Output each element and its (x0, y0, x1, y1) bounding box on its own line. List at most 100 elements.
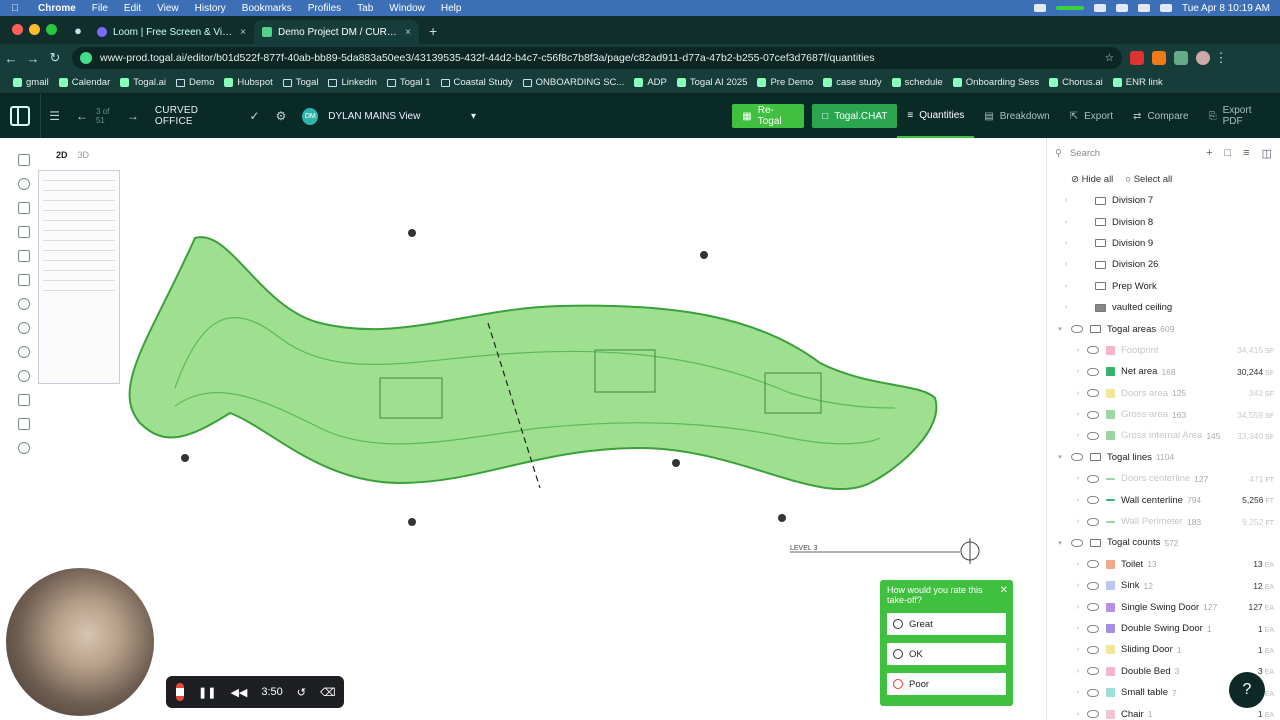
bookmark-item[interactable]: ADP (629, 77, 672, 88)
collapse-panel-icon[interactable]: ◫ (1262, 147, 1272, 160)
minimize-window-icon[interactable] (29, 24, 40, 35)
tree-row[interactable]: ▾ Togal counts 572 (1047, 532, 1280, 553)
stack-tool-icon[interactable] (18, 250, 30, 262)
tree-row[interactable]: › Wall Perimeter 183 9,252 FT (1047, 511, 1280, 532)
chevron-down-icon[interactable]: ▾ (1055, 539, 1065, 547)
eye-icon[interactable] (1087, 431, 1099, 440)
chevron-right-icon[interactable]: › (1073, 604, 1083, 611)
view-toggle[interactable]: 2D 3D (56, 150, 89, 160)
bookmark-item[interactable]: case study (818, 77, 886, 88)
bookmark-item[interactable]: Togal.ai (115, 77, 171, 88)
tree-row[interactable]: › Net area 168 30,244 SF (1047, 361, 1280, 382)
bookmark-item[interactable]: Hubspot (219, 77, 277, 88)
menu-bookmarks[interactable]: Bookmarks (234, 3, 300, 14)
tree-row[interactable]: › Gross internal Area 145 33,340 SF (1047, 425, 1280, 446)
tree-row[interactable]: › Sliding Door 1 1 EA (1047, 639, 1280, 660)
extension-icon[interactable] (1130, 51, 1144, 65)
tab-quantities[interactable]: ≡ Quantities (897, 94, 975, 138)
eye-icon[interactable] (1071, 325, 1083, 334)
chevron-right-icon[interactable]: › (1073, 625, 1083, 632)
chevron-down-icon[interactable]: ▾ (1055, 453, 1065, 461)
tree-row[interactable]: › Double Swing Door 1 1 EA (1047, 618, 1280, 639)
view-2d[interactable]: 2D (56, 150, 68, 160)
tab-close-icon[interactable]: × (405, 27, 411, 38)
tree-row[interactable]: › vaulted ceiling (1047, 297, 1280, 318)
select-tool-icon[interactable] (18, 154, 30, 166)
chevron-down-icon[interactable]: ▾ (1055, 325, 1065, 333)
accessibility-tool-icon[interactable] (18, 298, 30, 310)
menu-window[interactable]: Window (381, 3, 433, 14)
eye-icon[interactable] (1087, 560, 1099, 569)
prev-page-icon[interactable]: ← (68, 109, 96, 123)
restart-icon[interactable]: ↺ (297, 686, 306, 699)
tree-row[interactable]: › Doors centerline 127 471 FT (1047, 468, 1280, 489)
battery-icon[interactable] (1137, 4, 1150, 12)
menu-extra-icon[interactable] (1093, 4, 1106, 12)
chevron-right-icon[interactable]: › (1073, 390, 1083, 397)
eye-icon[interactable] (1087, 581, 1099, 590)
bookmark-item[interactable]: Coastal Study (436, 77, 518, 88)
menu-profiles[interactable]: Profiles (300, 3, 349, 14)
menu-tab[interactable]: Tab (349, 3, 381, 14)
hide-all-toggle[interactable]: ⊘ Hide all (1071, 174, 1113, 185)
chevron-right-icon[interactable]: › (1073, 347, 1083, 354)
check-icon[interactable]: ✓ (242, 109, 268, 123)
menu-app-name[interactable]: Chrome (30, 3, 84, 14)
tab-loom[interactable]: Loom | Free Screen & Video R × (89, 20, 254, 44)
pan-tool-icon[interactable] (18, 178, 30, 190)
menu-view[interactable]: View (149, 3, 187, 14)
zoom-icon[interactable] (18, 442, 30, 454)
tree-row[interactable]: › Doors area 125 342 SF (1047, 383, 1280, 404)
apple-icon[interactable]:  (0, 3, 30, 14)
chevron-right-icon[interactable]: › (1061, 261, 1071, 268)
hamburger-menu-icon[interactable]: ☰ (41, 109, 68, 123)
chevron-right-icon[interactable]: › (1073, 689, 1083, 696)
folder-icon[interactable]: □ (1225, 147, 1232, 160)
chevron-right-icon[interactable]: › (1061, 304, 1071, 311)
bookmark-item[interactable]: Togal (278, 77, 324, 88)
rating-poor-button[interactable]: Poor (887, 673, 1006, 695)
eye-icon[interactable] (1087, 645, 1099, 654)
close-icon[interactable]: ✕ (1000, 585, 1008, 596)
eye-icon[interactable] (1087, 496, 1099, 505)
user-avatar[interactable]: DM (302, 107, 319, 125)
menu-help[interactable]: Help (433, 3, 470, 14)
tree-row[interactable]: › Toilet 13 13 EA (1047, 554, 1280, 575)
rating-ok-button[interactable]: OK (887, 643, 1006, 665)
tree-row[interactable]: › Footprint 34,415 SF (1047, 340, 1280, 361)
view-3d[interactable]: 3D (78, 150, 90, 160)
menu-history[interactable]: History (187, 3, 234, 14)
tab-breakdown[interactable]: ▤ Breakdown (974, 94, 1059, 138)
eye-icon[interactable] (1087, 667, 1099, 676)
chevron-right-icon[interactable]: › (1073, 368, 1083, 375)
eye-icon[interactable] (1087, 474, 1099, 483)
url-field[interactable]: www-prod.togal.ai/editor/b01d522f-877f-4… (72, 47, 1122, 69)
screen-icon[interactable] (1033, 4, 1046, 12)
pause-icon[interactable]: ❚❚ (198, 686, 216, 699)
chevron-right-icon[interactable]: › (1073, 518, 1083, 525)
bookmark-item[interactable]: ONBOARDING SC... (518, 77, 630, 88)
bookmark-item[interactable]: Togal AI 2025 (672, 77, 753, 88)
help-button[interactable]: ? (1229, 672, 1265, 708)
bookmark-item[interactable]: Togal 1 (382, 77, 436, 88)
forward-icon[interactable]: → (22, 51, 44, 66)
tab-export-pdf[interactable]: ⎘ Export PDF (1199, 94, 1280, 138)
project-name[interactable]: CURVED OFFICE (147, 105, 242, 127)
rating-great-button[interactable]: Great (887, 613, 1006, 635)
menu-file[interactable]: File (84, 3, 116, 14)
tree-row[interactable]: ▾ Togal lines 1104 (1047, 447, 1280, 468)
chevron-right-icon[interactable]: › (1073, 497, 1083, 504)
sliders-icon[interactable] (18, 418, 30, 430)
close-window-icon[interactable] (12, 24, 23, 35)
chevron-right-icon[interactable]: › (1061, 283, 1071, 290)
chevron-right-icon[interactable]: › (1061, 240, 1071, 247)
fit-view-icon[interactable] (18, 394, 30, 406)
eye-icon[interactable] (1087, 346, 1099, 355)
togal-logo-icon[interactable] (0, 94, 42, 138)
chevron-right-icon[interactable]: › (1073, 582, 1083, 589)
chevron-right-icon[interactable]: › (1073, 411, 1083, 418)
back-icon[interactable]: ← (0, 51, 22, 66)
next-page-icon[interactable]: → (119, 109, 147, 123)
view-selector[interactable]: DYLAN MAINS View ▾ (318, 111, 476, 122)
tree-row[interactable]: › Prep Work (1047, 276, 1280, 297)
